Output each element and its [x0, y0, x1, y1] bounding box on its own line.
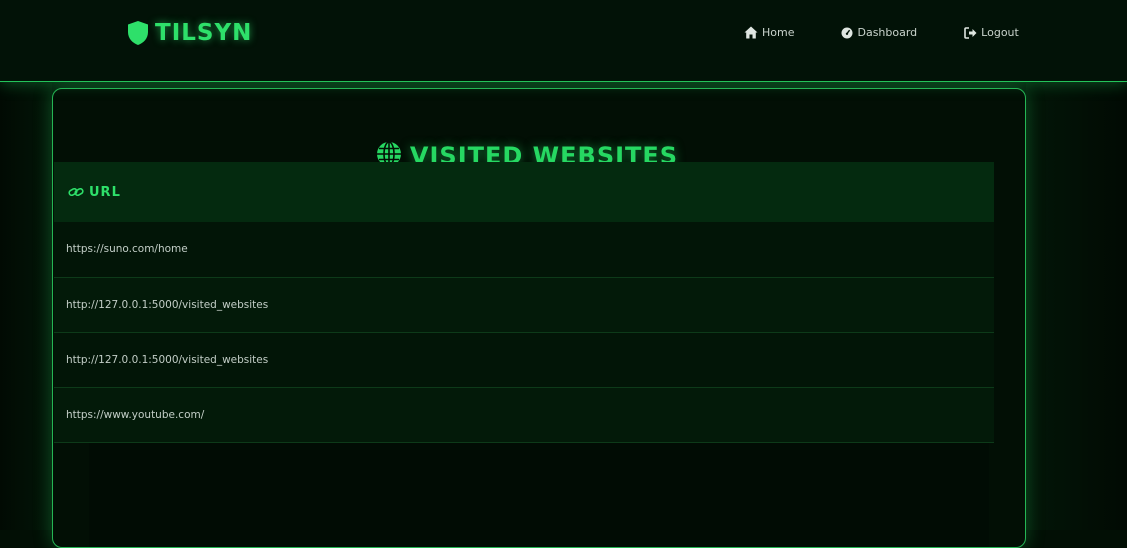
page-gutter-left — [0, 83, 52, 530]
navbar: TILSYN Home Dashboard Logout — [0, 0, 1127, 82]
url-cell[interactable]: https://www.youtube.com/ — [54, 387, 994, 443]
logout-icon — [964, 26, 977, 39]
nav-home-link[interactable]: Home — [744, 26, 794, 39]
brand[interactable]: TILSYN — [127, 20, 252, 46]
link-icon — [68, 183, 84, 202]
nav-logout-label: Logout — [981, 26, 1019, 39]
nav-links: Home Dashboard Logout — [744, 26, 1019, 39]
table-row: https://suno.com/home — [54, 222, 994, 278]
shield-icon — [127, 20, 149, 46]
table-row: http://127.0.0.1:5000/visited_websites — [54, 277, 994, 333]
url-cell[interactable]: http://127.0.0.1:5000/visited_websites — [54, 277, 994, 333]
home-icon — [744, 26, 758, 39]
visited-websites-table: URL https://suno.com/home http://127.0.0… — [54, 162, 994, 443]
page-gutter-right — [1026, 83, 1127, 530]
table-row: https://www.youtube.com/ — [54, 387, 994, 443]
nav-logout-link[interactable]: Logout — [964, 26, 1019, 39]
nav-dashboard-link[interactable]: Dashboard — [841, 26, 917, 39]
url-cell[interactable]: https://suno.com/home — [54, 222, 994, 278]
url-column-label: URL — [89, 184, 121, 200]
brand-name: TILSYN — [155, 20, 253, 46]
nav-home-label: Home — [762, 26, 795, 39]
table-header-row: URL — [54, 162, 994, 222]
gauge-icon — [841, 27, 853, 39]
url-cell[interactable]: http://127.0.0.1:5000/visited_websites — [54, 332, 994, 388]
nav-dashboard-label: Dashboard — [857, 26, 918, 39]
url-column-header[interactable]: URL — [54, 162, 994, 222]
table-row: http://127.0.0.1:5000/visited_websites — [54, 332, 994, 388]
